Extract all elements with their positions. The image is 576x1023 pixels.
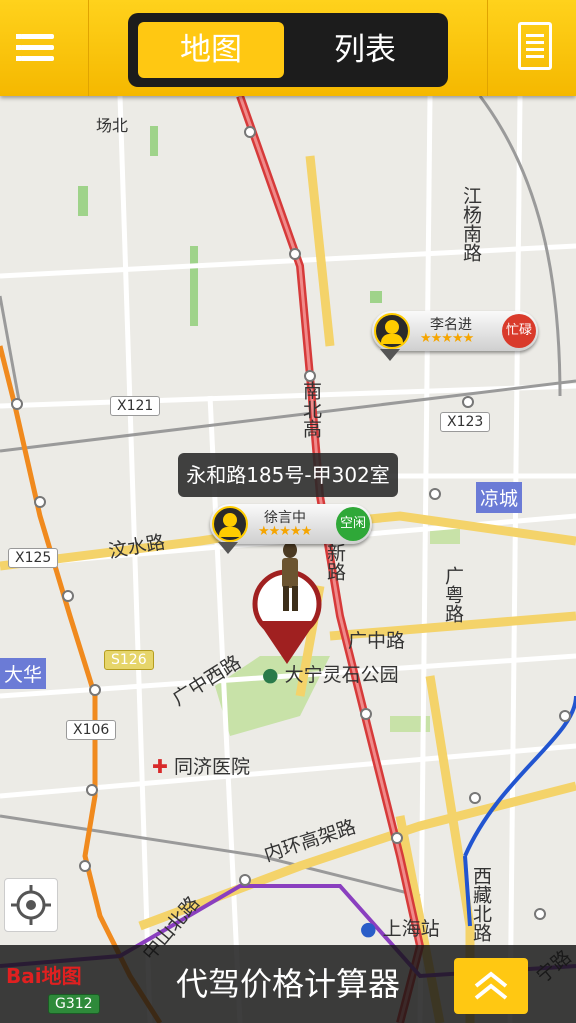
label-hospital: ✚ 同济医院	[152, 756, 250, 778]
map-view[interactable]: 场北 江杨南路 凉城 南北高 和新路 汶水路 广粤路 广中路 广中西路 ● 大宁…	[0, 96, 576, 1023]
label-guangyue: 广粤路	[442, 566, 464, 623]
document-button[interactable]	[487, 0, 576, 96]
driver-status-idle: 空闲	[336, 507, 370, 541]
label-liangcheng: 凉城	[476, 482, 523, 513]
driver-rating: ★★★★★	[258, 524, 312, 539]
tab-map[interactable]: 地图	[138, 22, 284, 78]
highway-tag: X125	[8, 548, 59, 568]
crosshair-icon	[11, 885, 51, 925]
driver-marker[interactable]: 徐言中 ★★★★★ 空闲	[210, 504, 372, 554]
label-nanbei: 南北高	[300, 381, 322, 438]
marker-tail	[380, 349, 400, 361]
label-guangzhong: 广中路	[348, 630, 406, 652]
driver-marker[interactable]: 李名进 ★★★★★ 忙碌	[372, 311, 538, 361]
locate-button[interactable]	[4, 878, 58, 932]
driver-rating: ★★★★★	[420, 331, 474, 346]
tab-list[interactable]: 列表	[290, 22, 440, 78]
driver-avatar-icon	[374, 313, 410, 349]
expand-button[interactable]	[454, 958, 528, 1014]
top-bar: 地图 列表	[0, 0, 576, 96]
double-chevron-up-icon	[474, 971, 508, 1000]
driver-avatar-icon	[212, 506, 248, 542]
highway-tag: S126	[104, 650, 154, 670]
document-icon	[518, 22, 552, 70]
label-dahua: 大华	[0, 658, 47, 689]
baidu-logo: Bai地图	[6, 964, 82, 988]
highway-tag: X121	[110, 396, 161, 416]
view-switcher: 地图 列表	[128, 13, 448, 87]
marker-tail	[218, 542, 238, 554]
label-shanghai-station: ● 上海站	[360, 918, 440, 940]
label-xizang: 西藏北路	[470, 866, 492, 942]
menu-button[interactable]	[0, 0, 89, 96]
highway-tag: X123	[440, 412, 491, 432]
label-changbei: 场北	[96, 116, 129, 135]
label-jiangyang: 江杨南路	[460, 186, 482, 262]
highway-tag: G312	[48, 994, 100, 1014]
label-park: ● 大宁灵石公园	[262, 664, 399, 686]
driver-status-busy: 忙碌	[502, 314, 536, 348]
highway-tag: X106	[66, 720, 117, 740]
address-callout[interactable]: 永和路185号-甲302室	[178, 453, 398, 497]
